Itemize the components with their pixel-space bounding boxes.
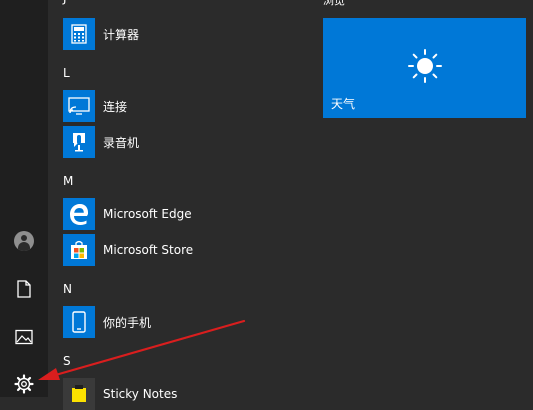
app-label: Microsoft Store xyxy=(103,243,194,257)
settings-icon xyxy=(14,374,34,394)
app-microsoft-store[interactable]: Microsoft Store xyxy=(63,234,283,266)
app-label: 计算器 xyxy=(103,27,140,42)
sticky-notes-icon xyxy=(63,378,95,410)
app-microsoft-edge[interactable]: Microsoft Edge xyxy=(63,198,283,230)
app-connect[interactable]: 连接 xyxy=(63,90,283,122)
letter-header-n[interactable]: N xyxy=(63,282,72,296)
letter-header-j[interactable]: J xyxy=(63,0,67,5)
start-rail xyxy=(0,0,48,397)
app-voice-recorder[interactable]: 录音机 xyxy=(63,126,283,158)
microphone-icon xyxy=(63,126,95,158)
app-label: Microsoft Edge xyxy=(103,207,192,221)
letter-header-l[interactable]: L xyxy=(63,66,70,80)
phone-icon xyxy=(63,306,95,338)
settings-button[interactable] xyxy=(4,364,44,404)
user-account-button[interactable] xyxy=(4,221,44,261)
edge-icon xyxy=(63,198,95,230)
calculator-icon xyxy=(63,18,95,50)
store-icon xyxy=(63,234,95,266)
app-calculator[interactable]: 计算器 xyxy=(63,18,283,50)
tile-group-header[interactable]: 浏览 xyxy=(323,0,345,8)
app-label: 连接 xyxy=(103,99,128,114)
pictures-button[interactable] xyxy=(4,317,44,357)
app-list: J 计算器 L 连接 xyxy=(56,0,296,410)
weather-tile[interactable]: 天气 xyxy=(323,18,526,118)
app-your-phone[interactable]: 你的手机 xyxy=(63,306,283,338)
document-icon xyxy=(17,280,31,298)
weather-tile-label: 天气 xyxy=(331,97,356,111)
letter-header-m[interactable]: M xyxy=(63,174,73,188)
connect-icon xyxy=(63,90,95,122)
app-sticky-notes[interactable]: Sticky Notes xyxy=(63,378,283,410)
pictures-icon xyxy=(15,329,33,345)
app-label: 你的手机 xyxy=(103,315,152,330)
letter-header-s[interactable]: S xyxy=(63,354,71,368)
app-label: 录音机 xyxy=(103,135,140,150)
sun-icon xyxy=(408,49,442,83)
app-label: Sticky Notes xyxy=(103,387,178,401)
user-icon xyxy=(14,231,34,251)
documents-button[interactable] xyxy=(4,269,44,309)
